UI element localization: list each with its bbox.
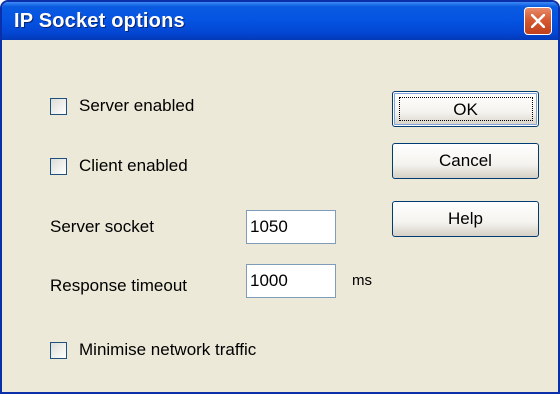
close-icon [531, 14, 545, 28]
help-button[interactable]: Help [392, 201, 539, 237]
ip-socket-options-dialog: IP Socket options Server enabled Client … [0, 0, 560, 394]
ok-button-label: OK [398, 97, 533, 121]
server-enabled-checkbox-row[interactable]: Server enabled [50, 96, 194, 116]
ok-button[interactable]: OK [392, 91, 539, 127]
minimise-traffic-checkbox[interactable] [50, 341, 67, 359]
response-timeout-label: Response timeout [50, 276, 188, 295]
minimise-traffic-label: Minimise network traffic [79, 340, 257, 359]
server-enabled-label: Server enabled [79, 96, 195, 115]
cancel-button[interactable]: Cancel [392, 143, 539, 179]
client-enabled-checkbox[interactable] [50, 157, 67, 175]
dialog-title: IP Socket options [14, 10, 185, 32]
timeout-unit-label: ms [352, 272, 372, 289]
close-button[interactable] [524, 7, 552, 35]
server-socket-input[interactable] [246, 210, 336, 244]
client-enabled-checkbox-row[interactable]: Client enabled [50, 156, 188, 176]
server-enabled-checkbox[interactable] [50, 97, 67, 115]
client-enabled-label: Client enabled [79, 156, 188, 175]
server-socket-label: Server socket [50, 217, 154, 236]
minimise-traffic-checkbox-row[interactable]: Minimise network traffic [50, 340, 256, 360]
title-bar[interactable]: IP Socket options [2, 2, 558, 40]
dialog-body: Server enabled Client enabled Server soc… [2, 40, 558, 392]
response-timeout-input[interactable] [246, 264, 336, 298]
